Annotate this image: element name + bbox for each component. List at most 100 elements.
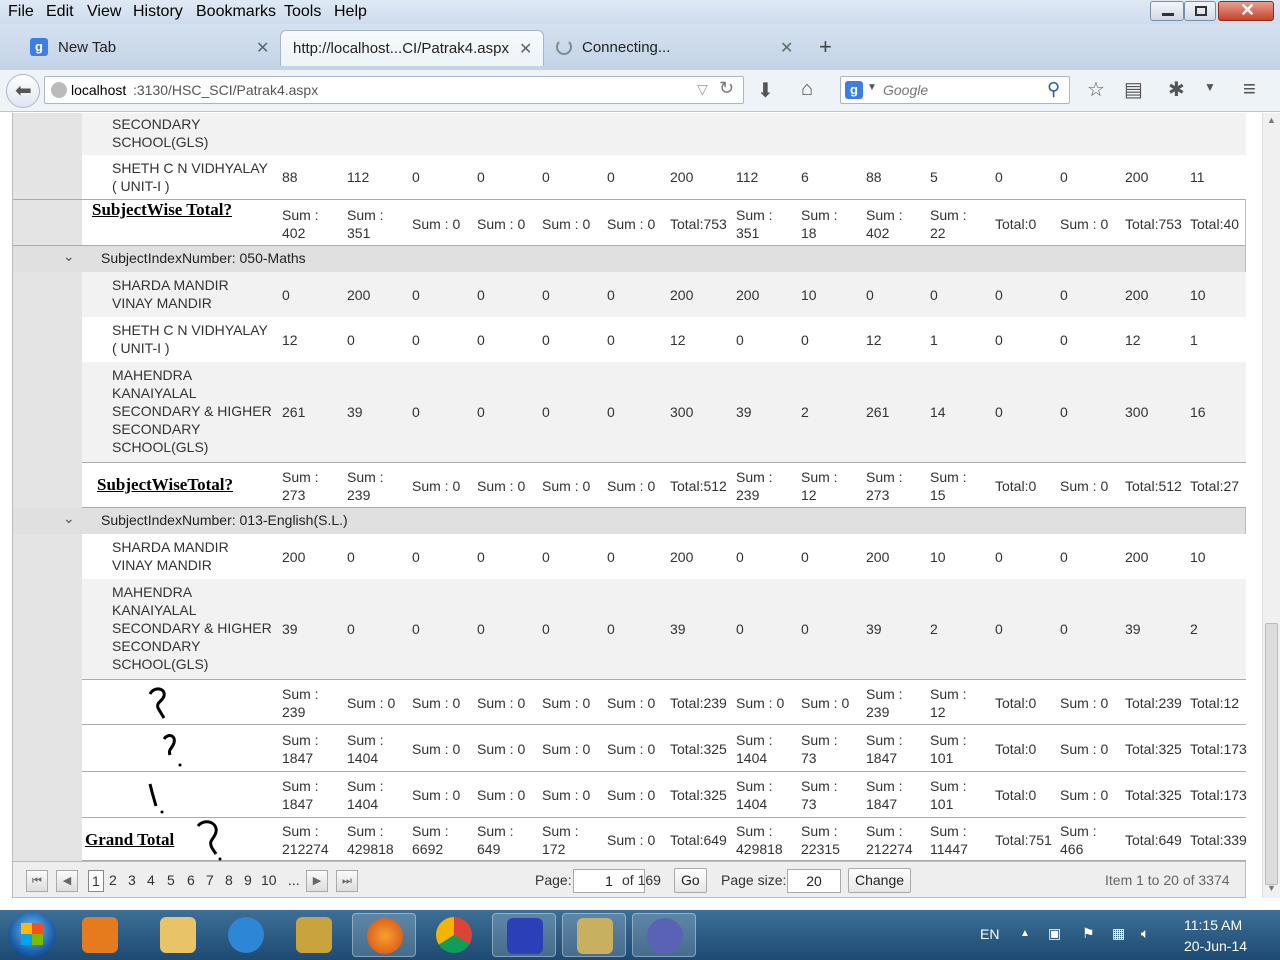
chevron-down-icon[interactable]: ⌄ (63, 248, 75, 265)
page-link[interactable]: 4 (147, 872, 155, 888)
change-button[interactable]: Change (848, 868, 912, 893)
menu-tools[interactable]: Tools (284, 3, 321, 21)
dropdown-arrow-icon[interactable]: ▼ (1204, 80, 1216, 94)
language-indicator[interactable]: EN (980, 926, 999, 942)
taskbar-paint[interactable] (492, 913, 556, 957)
page-link[interactable]: 2 (109, 872, 117, 888)
taskbar-firefox[interactable] (352, 913, 416, 957)
page-link[interactable]: 9 (244, 872, 252, 888)
scroll-thumb[interactable] (1265, 623, 1278, 885)
tab-close-icon[interactable]: ✕ (519, 39, 532, 59)
prev-page-button[interactable]: ◀ (56, 870, 78, 892)
value-cell: 11 (1190, 169, 1205, 185)
value-cell: 0 (477, 621, 485, 637)
taskbar-visual-studio[interactable] (282, 913, 346, 957)
group-header-maths[interactable]: ⌄ SubjectIndexNumber: 050-Maths (13, 246, 1245, 272)
page-link[interactable]: ... (288, 872, 300, 888)
tab-close-icon[interactable]: ✕ (256, 38, 269, 58)
action-center-icon[interactable]: ⚑ (1082, 925, 1095, 942)
menu-help[interactable]: Help (334, 3, 367, 21)
url-bar[interactable]: localhost :3130/HSC_SCI/Patrak4.aspx ▽ ↻ (44, 76, 744, 104)
taskbar-sql-tool[interactable] (562, 913, 626, 957)
new-tab-plus-icon[interactable]: + (819, 34, 832, 60)
close-window-button[interactable]: ✕ (1218, 0, 1274, 21)
clock-date[interactable]: 20-Jun-14 (1184, 938, 1247, 954)
group-header-english[interactable]: ⌄ SubjectIndexNumber: 013-English(S.L.) (13, 508, 1245, 534)
page-link[interactable]: 7 (206, 872, 214, 888)
dropdown-arrow-icon[interactable]: ▽ (697, 81, 708, 98)
home-icon[interactable]: ⌂ (801, 78, 813, 101)
clock-time[interactable]: 11:15 AM (1184, 917, 1242, 933)
first-page-button[interactable]: ⏮ (26, 870, 48, 892)
vertical-scrollbar[interactable]: ▲ ▼ (1262, 113, 1280, 898)
value-cell: 14 (930, 404, 946, 420)
total-cell: Sum :172 (542, 822, 579, 857)
display-icon[interactable]: ▦ (1112, 925, 1125, 942)
page-link[interactable]: 8 (225, 872, 233, 888)
page-link[interactable]: 5 (167, 872, 175, 888)
total-cell: Sum :212274 (282, 822, 329, 857)
search-icon[interactable]: ⚲ (1047, 79, 1060, 100)
page-link[interactable]: 10 (261, 872, 277, 888)
bookmark-star-icon[interactable]: ☆ (1087, 77, 1105, 102)
value-cell: 300 (1125, 404, 1149, 420)
show-hidden-icons-icon[interactable]: ▲ (1020, 928, 1030, 939)
network-icon[interactable]: ▣ (1048, 925, 1061, 942)
value-cell: 0 (930, 286, 938, 303)
taskbar-media-player[interactable] (68, 913, 132, 957)
menu-history[interactable]: History (133, 3, 183, 21)
chevron-down-icon[interactable]: ⌄ (63, 510, 75, 527)
page-size-input[interactable]: 20 (787, 869, 841, 893)
taskbar-ie[interactable] (214, 913, 278, 957)
first-page-icon: ⏮ (32, 875, 42, 887)
reload-icon[interactable]: ↻ (719, 78, 734, 99)
value-cell: 200 (866, 548, 890, 565)
tab-new-tab[interactable]: g New Tab ✕ (18, 30, 280, 66)
page-link[interactable]: 3 (128, 872, 136, 888)
tab-patrak4[interactable]: http://localhost...CI/Patrak4.aspx ✕ (280, 30, 544, 66)
menu-bookmarks[interactable]: Bookmarks (196, 3, 276, 21)
back-button[interactable]: ⬅ (6, 74, 40, 108)
menu-view[interactable]: View (87, 3, 121, 21)
value-cell: 88 (866, 169, 882, 185)
volume-icon[interactable]: 🔈︎ (1141, 925, 1149, 942)
subjectwise-total-label: SubjectWiseTotal? (97, 475, 234, 494)
bookmarks-list-icon[interactable]: ▤ (1124, 77, 1143, 102)
last-page-button[interactable]: ⏭ (336, 870, 358, 892)
menu-file[interactable]: File (8, 3, 34, 21)
total-cell: Sum :1404 (736, 778, 773, 812)
school-name: SHETH C N VIDHYALAY( UNIT-I ) (112, 322, 268, 356)
search-box[interactable]: g ▼ Google ⚲ (840, 76, 1070, 104)
page-link-current[interactable]: 1 (88, 870, 104, 892)
scroll-up-icon[interactable]: ▲ (1267, 115, 1276, 125)
total-cell: Sum : 0 (1060, 787, 1109, 803)
google-search-engine-icon[interactable]: g (845, 81, 863, 99)
dropdown-arrow-icon[interactable]: ▼ (867, 82, 877, 93)
total-cell: Total:325 (670, 787, 727, 803)
minimize-button[interactable] (1150, 1, 1184, 21)
go-button[interactable]: Go (674, 868, 707, 893)
tab-connecting[interactable]: Connecting... ✕ (548, 30, 800, 66)
taskbar-explorer[interactable] (146, 913, 210, 957)
start-button[interactable] (8, 912, 56, 958)
taskbar-chrome[interactable] (422, 913, 486, 957)
total-cell: Sum : 0 (1060, 740, 1109, 757)
value-cell: 0 (995, 286, 1003, 303)
value-cell: 2 (1190, 621, 1198, 637)
folder-icon (160, 917, 196, 953)
scroll-down-icon[interactable]: ▼ (1267, 883, 1276, 893)
maximize-button[interactable] (1184, 1, 1216, 21)
table-row: SHARDA MANDIR VINAY MANDIR 0 200 0 0 0 0 200 200… (82, 272, 1246, 317)
next-page-button[interactable]: ▶ (306, 870, 328, 892)
menu-edit[interactable]: Edit (46, 3, 74, 21)
addon-icon[interactable]: ✱ (1168, 77, 1185, 102)
taskbar-app[interactable] (632, 913, 696, 957)
total-cell: Sum :1404 (347, 731, 384, 766)
tab-close-icon[interactable]: ✕ (780, 38, 793, 58)
school-name: MAHENDRA KANAIYALAL SECONDARY & HIGHER SECO… (112, 584, 272, 672)
value-cell: 200 (736, 286, 760, 303)
page-link[interactable]: 6 (187, 872, 195, 888)
menu-hamburger-icon[interactable]: ≡ (1243, 76, 1256, 102)
value-cell: 0 (1060, 331, 1068, 348)
download-icon[interactable]: ⬇ (757, 78, 774, 103)
